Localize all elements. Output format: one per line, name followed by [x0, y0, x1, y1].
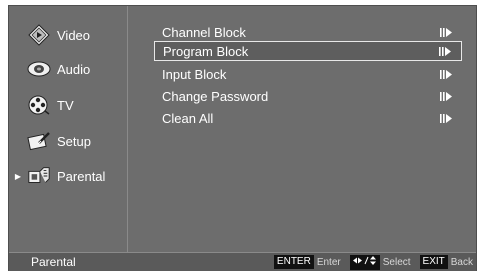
status-title: Parental	[31, 255, 76, 269]
menu-item-tv[interactable]: TV	[9, 90, 127, 120]
video-icon	[27, 24, 51, 46]
enter-arrow-icon	[440, 27, 452, 37]
osd-menu-window: Video Audio TV Setup ▶ Parental Channel …	[8, 5, 477, 271]
submenu-item-label: Input Block	[162, 66, 227, 82]
speaker-icon	[27, 58, 51, 80]
submenu-item-channel-block[interactable]: Channel Block	[154, 22, 462, 42]
exit-hint: EXIT Back	[419, 255, 473, 269]
submenu-item-label: Clean All	[162, 110, 214, 126]
submenu-panel: Channel Block Program Block Input Block …	[128, 6, 476, 252]
menu-item-label: Video	[57, 27, 91, 43]
menu-item-label: Audio	[57, 61, 91, 77]
select-hint-text: Select	[382, 256, 411, 268]
tv-reel-icon	[27, 94, 51, 116]
navigation-arrows-icon	[349, 254, 380, 270]
menu-item-parental[interactable]: ▶ Parental	[9, 161, 127, 191]
selection-arrow-icon: ▶	[14, 171, 22, 181]
submenu-item-change-password[interactable]: Change Password	[154, 86, 462, 106]
enter-arrow-icon	[440, 91, 452, 101]
submenu-item-program-block[interactable]: Program Block	[154, 41, 462, 61]
submenu-item-label: Channel Block	[162, 24, 246, 40]
enter-arrow-icon	[440, 69, 452, 79]
enter-hint-text: Enter	[316, 256, 341, 268]
submenu-item-input-block[interactable]: Input Block	[154, 64, 462, 84]
submenu-item-label: Change Password	[162, 88, 269, 104]
enter-arrow-icon	[440, 113, 452, 123]
exit-key-label: EXIT	[419, 255, 448, 269]
menu-item-label: Setup	[57, 133, 91, 149]
exit-hint-text: Back	[450, 256, 473, 268]
enter-arrow-icon	[439, 46, 451, 56]
parental-icon	[27, 165, 51, 187]
menu-item-audio[interactable]: Audio	[9, 54, 127, 84]
menu-item-label: TV	[57, 97, 74, 113]
submenu-item-label: Program Block	[163, 43, 249, 59]
menu-item-setup[interactable]: Setup	[9, 126, 127, 156]
enter-key-label: ENTER	[273, 255, 314, 269]
main-menu: Video Audio TV Setup ▶ Parental	[9, 6, 128, 252]
menu-item-label: Parental	[57, 168, 106, 184]
enter-hint: ENTER Enter	[273, 255, 347, 269]
select-hint: Select	[349, 254, 417, 270]
status-bar: Parental ENTER Enter Select EXIT Back	[9, 252, 476, 271]
menu-item-video[interactable]: Video	[9, 20, 127, 50]
submenu-item-clean-all[interactable]: Clean All	[154, 108, 462, 128]
setup-icon	[27, 130, 51, 152]
